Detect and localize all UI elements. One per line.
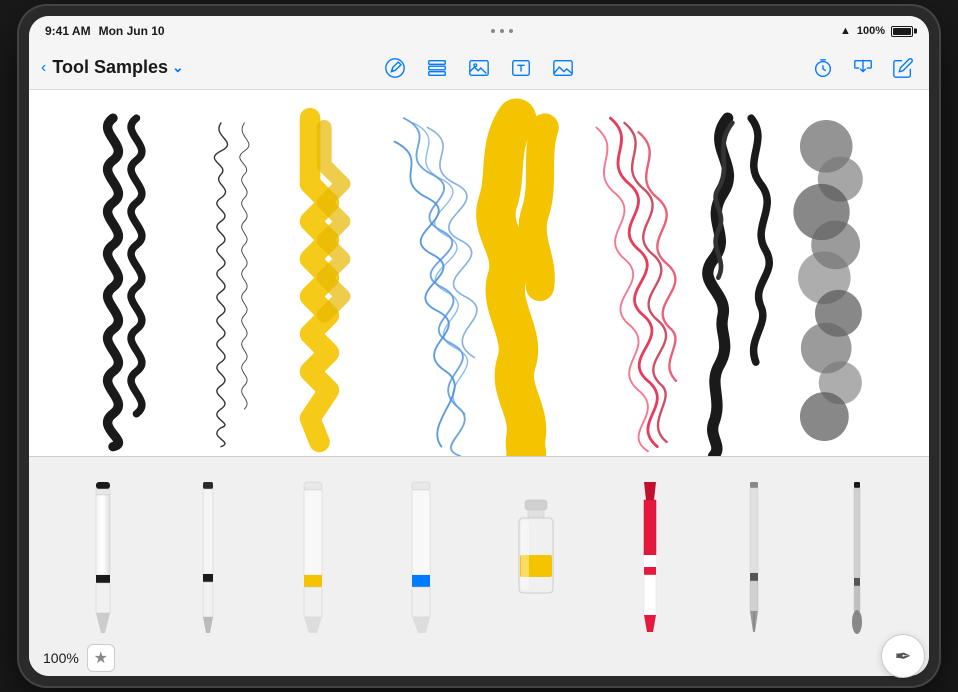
- tool-brush-gray[interactable]: [841, 480, 873, 635]
- timer-icon: [812, 57, 834, 79]
- tool-crayon-red[interactable]: [633, 480, 667, 635]
- title-area: Tool Samples ⌄: [52, 57, 183, 78]
- paint-jar-svg: [511, 480, 561, 635]
- wifi-icon: ▲: [840, 25, 851, 37]
- crayon-red-svg: [633, 480, 667, 635]
- tool-nib-pen[interactable]: [739, 480, 769, 635]
- ipad-frame: 9:41 AM Mon Jun 10 ▲ 100% ‹: [19, 6, 939, 686]
- edit-icon: [892, 57, 914, 79]
- toolbar-right: [630, 54, 917, 82]
- pen-black-svg: [85, 480, 121, 635]
- drawings-canvas: [29, 90, 929, 456]
- black-calligraphy: [708, 118, 769, 456]
- zoom-level: 100%: [43, 650, 79, 666]
- layers-button[interactable]: [423, 54, 451, 82]
- tool-fineliner[interactable]: [193, 480, 223, 635]
- fineliner-svg: [193, 480, 223, 635]
- star-icon: ★: [94, 648, 108, 668]
- toolbar: ‹ Tool Samples ⌄: [29, 46, 929, 90]
- tools-row: [29, 457, 929, 640]
- edit-button[interactable]: [889, 54, 917, 82]
- tool-marker-yellow[interactable]: [295, 480, 331, 635]
- image-button[interactable]: [549, 54, 577, 82]
- text-icon: [510, 57, 532, 79]
- gallery-icon: [468, 57, 490, 79]
- brush-gray-svg: [841, 480, 873, 635]
- marker-yellow-svg: [295, 480, 331, 635]
- tool-marker-blue[interactable]: [403, 480, 439, 635]
- black-brush-squiggle: [108, 118, 142, 446]
- battery-percent: 100%: [857, 25, 885, 37]
- status-center: [491, 29, 513, 33]
- zoom-area: 100% ★: [43, 644, 115, 672]
- status-bar: 9:41 AM Mon Jun 10 ▲ 100%: [29, 16, 929, 46]
- battery-fill: [893, 28, 911, 35]
- dot3: [509, 29, 513, 33]
- share-button[interactable]: [849, 54, 877, 82]
- yellow-paint-fill: [496, 118, 545, 456]
- pen-nib-icon: ✒: [895, 644, 912, 669]
- back-button[interactable]: ‹: [41, 59, 46, 77]
- toolbar-left: ‹ Tool Samples ⌄: [41, 57, 328, 78]
- gallery-button[interactable]: [465, 54, 493, 82]
- tool-palette: 100% ★: [29, 456, 929, 676]
- marker-blue-svg: [403, 480, 439, 635]
- layers-icon: [426, 57, 448, 79]
- status-left: 9:41 AM Mon Jun 10: [45, 24, 165, 38]
- text-button[interactable]: [507, 54, 535, 82]
- battery-icon: [891, 26, 913, 37]
- dot2: [500, 29, 504, 33]
- yellow-marker: [310, 118, 343, 442]
- canvas-area[interactable]: [29, 90, 929, 456]
- status-right: ▲ 100%: [840, 25, 913, 37]
- tool-paint-jar[interactable]: [511, 480, 561, 635]
- dot1: [491, 29, 495, 33]
- document-title: Tool Samples: [52, 57, 168, 78]
- image-icon: [552, 57, 574, 79]
- pencil-circle-button[interactable]: [381, 54, 409, 82]
- pen-loops: [214, 123, 249, 447]
- ipad-screen: 9:41 AM Mon Jun 10 ▲ 100% ‹: [29, 16, 929, 676]
- share-icon: [852, 57, 874, 79]
- time-display: 9:41 AM: [45, 24, 91, 38]
- pencil-circle-icon: [384, 57, 406, 79]
- favorite-button[interactable]: ★: [87, 644, 115, 672]
- palette-bottom: 100% ★: [29, 640, 929, 676]
- nib-pen-svg: [739, 480, 769, 635]
- gray-ink-blob: [793, 120, 862, 441]
- red-crayon: [596, 118, 676, 451]
- timer-button[interactable]: [809, 54, 837, 82]
- toolbar-center: [336, 54, 623, 82]
- tool-pen-black[interactable]: [85, 480, 121, 635]
- back-chevron: ‹: [41, 59, 46, 77]
- date-display: Mon Jun 10: [99, 24, 165, 38]
- title-dropdown-arrow[interactable]: ⌄: [172, 59, 184, 76]
- pen-nib-floating-button[interactable]: ✒: [881, 634, 925, 676]
- blue-pencil-scribble: [395, 118, 477, 456]
